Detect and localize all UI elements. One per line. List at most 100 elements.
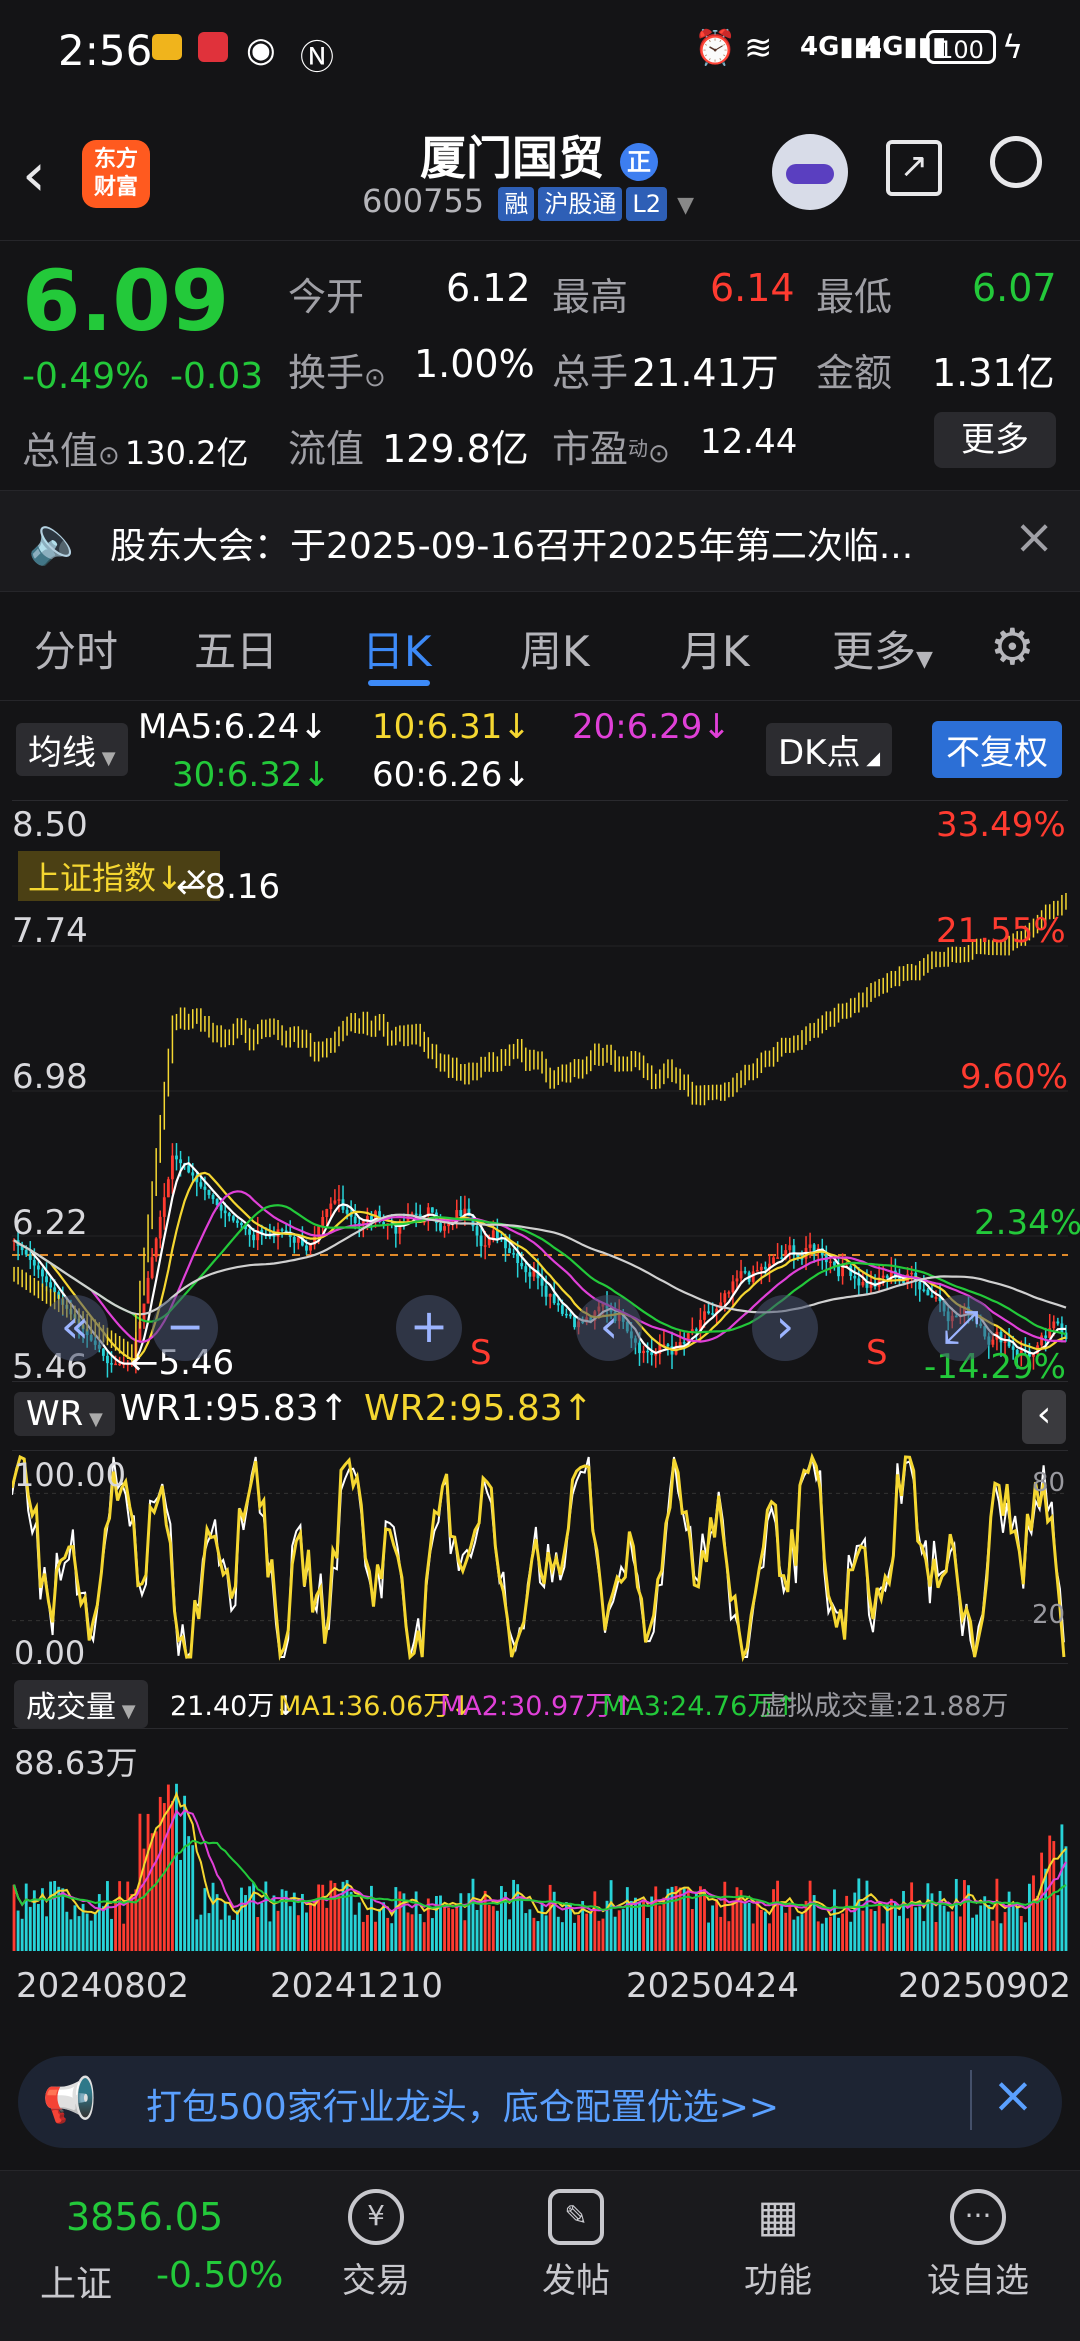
volume-bar — [337, 1896, 341, 1951]
candle-body — [885, 1275, 889, 1278]
volume-bar — [305, 1912, 308, 1951]
volume-bar — [276, 1910, 280, 1951]
volume-bar — [211, 1882, 215, 1951]
candle-body — [837, 1265, 840, 1277]
close-notice-icon[interactable]: × — [1014, 509, 1054, 565]
candle-body — [483, 1245, 487, 1247]
close-promo-icon[interactable]: × — [992, 2066, 1034, 2124]
volume-bar — [313, 1900, 317, 1951]
candle-body — [556, 1303, 560, 1306]
volume-bar — [61, 1888, 65, 1951]
volume-bar — [934, 1921, 938, 1951]
candle-body — [49, 1282, 53, 1288]
candle-body — [203, 1186, 207, 1190]
volume-bar — [678, 1887, 682, 1951]
max-price-mark: ←8.16 — [176, 867, 281, 907]
date-label-1: 20240802 — [16, 1966, 190, 2006]
volume-bar — [841, 1913, 845, 1951]
volume-bar — [865, 1880, 869, 1951]
volume-bar — [463, 1920, 467, 1951]
volume-bar — [780, 1905, 784, 1951]
index-ticker[interactable]: 3856.05 — [66, 2195, 223, 2239]
tab-five-day[interactable]: 五日 — [194, 618, 278, 679]
volume-bar — [455, 1903, 459, 1951]
volume-bar — [390, 1923, 394, 1951]
volume-bar — [573, 1922, 576, 1951]
volume-bar — [73, 1905, 77, 1951]
zoom-out-icon[interactable]: − — [152, 1295, 218, 1361]
status-bar: 2:56 ◉ Ⓝ ⏰ ≋ 4G▮▮▮ 4G▮▮▮ 100 ϟ — [0, 0, 1080, 110]
nav-trade[interactable]: ¥ 交易 — [306, 2189, 446, 2302]
dk-point-chip[interactable]: DK点 ◢ — [766, 723, 893, 776]
volume-bar — [954, 1878, 958, 1951]
zoom-in-icon[interactable]: + — [396, 1295, 462, 1361]
nav-add-watchlist[interactable]: ··· 设自选 — [908, 2189, 1048, 2302]
settings-gear-icon[interactable]: ⚙ — [990, 618, 1035, 676]
candle-body — [763, 1266, 767, 1270]
tab-monthly-k[interactable]: 月K — [680, 618, 750, 679]
candle-body — [755, 1270, 759, 1272]
scroll-left-icon[interactable]: ‹ — [576, 1295, 642, 1361]
candle-body — [735, 1278, 739, 1282]
volume-bar — [958, 1916, 962, 1951]
nav-post[interactable]: ✎ 发帖 — [506, 2189, 646, 2302]
volume-bar — [910, 1882, 914, 1951]
volume-bar — [487, 1904, 491, 1951]
nav-functions[interactable]: ▦ 功能 — [708, 2189, 848, 2302]
candle-body — [723, 1293, 727, 1303]
y-label-2: 7.74 — [12, 911, 88, 951]
wr-selector-chip[interactable]: WR ▼ — [14, 1392, 115, 1436]
tab-daily-k[interactable]: 日K — [362, 618, 432, 679]
volume-selector-chip[interactable]: 成交量 ▼ — [14, 1680, 148, 1728]
candle-body — [321, 1216, 325, 1227]
scroll-right-icon[interactable]: › — [752, 1295, 818, 1361]
charging-icon: ϟ — [1002, 28, 1024, 66]
candle-body — [727, 1292, 731, 1294]
pe-value: 12.44 — [700, 422, 798, 462]
candle-body — [414, 1213, 418, 1216]
nfc-icon: Ⓝ — [300, 38, 334, 78]
volume-bar — [260, 1902, 264, 1951]
float-value: 129.8亿 — [382, 427, 529, 471]
info-icon: ⊙ — [98, 441, 120, 471]
volume-bar — [621, 1909, 625, 1951]
more-quote-button[interactable]: 更多 — [934, 412, 1056, 468]
candle-body — [1044, 1335, 1048, 1339]
tab-weekly-k[interactable]: 周K — [520, 618, 590, 679]
wr-bottom-label: 0.00 — [14, 1634, 86, 1672]
volume-bar — [508, 1919, 511, 1951]
candle-body — [114, 1363, 117, 1366]
ma-selector-chip[interactable]: 均线 ▼ — [16, 723, 128, 776]
volume-bar — [926, 1883, 930, 1951]
notice-bar[interactable]: 🔈 股东大会：于2025-09-16召开2025年第二次临... × — [0, 490, 1080, 592]
candle-body — [833, 1261, 836, 1266]
wr-top-label: 100.00 — [14, 1456, 126, 1494]
collapse-panel-icon[interactable]: ‹ — [1022, 1390, 1066, 1444]
tab-intraday[interactable]: 分时 — [34, 618, 118, 679]
volume-field: 总手 — [552, 351, 629, 395]
notice-text: 股东大会：于2025-09-16召开2025年第二次临... — [110, 526, 914, 567]
volume-bar — [800, 1914, 804, 1951]
robot-assistant-icon[interactable] — [772, 134, 848, 210]
volume-bar — [191, 1845, 195, 1951]
candle-body — [654, 1354, 658, 1356]
candle-body — [292, 1236, 296, 1243]
candle-body — [926, 1289, 930, 1296]
volume-bar — [715, 1899, 719, 1951]
candle-body — [439, 1223, 442, 1231]
promo-banner[interactable]: 📢 打包500家行业龙头，底仓配置优选>> × — [18, 2056, 1062, 2148]
eye-icon: ◉ — [246, 30, 276, 70]
speaker-icon: 🔈 — [28, 513, 86, 567]
search-icon[interactable] — [990, 136, 1042, 188]
volume-bar — [629, 1900, 633, 1951]
k-line-chart[interactable]: 8.50 7.74 6.98 6.22 5.46 33.49% 21.55% 9… — [12, 800, 1080, 1387]
tab-more[interactable]: 更多▼ — [832, 618, 933, 679]
volume-bar — [162, 1803, 166, 1951]
share-icon[interactable]: ↗ — [886, 140, 942, 196]
adjust-mode-chip[interactable]: 不复权 — [932, 721, 1062, 778]
back-icon[interactable]: ‹ — [22, 140, 46, 210]
scroll-left-fast-icon[interactable]: « — [42, 1295, 108, 1361]
candle-body — [930, 1295, 934, 1298]
fullscreen-icon[interactable]: ⤢ — [928, 1295, 994, 1361]
volume-bar — [792, 1919, 796, 1951]
